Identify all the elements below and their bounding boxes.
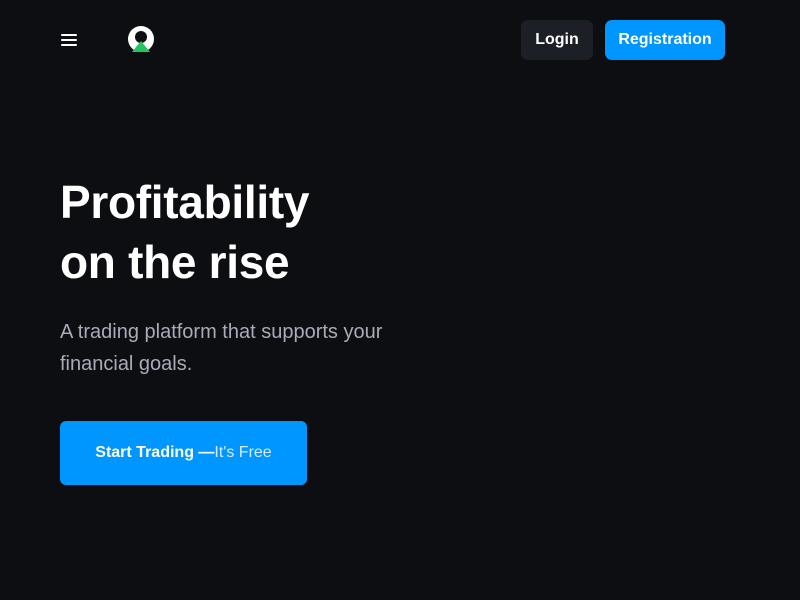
- header-left: [60, 25, 156, 55]
- cta-main-label: Start Trading —: [95, 444, 215, 461]
- header: Login Registration: [60, 20, 725, 60]
- header-right: Login Registration: [521, 20, 725, 60]
- menu-button[interactable]: [60, 28, 84, 52]
- hero-title-line-1: Profitability: [60, 176, 310, 228]
- hero-title-line-2: on the rise: [60, 236, 290, 288]
- landing-page: Login Registration Profitability on the …: [0, 0, 800, 600]
- hero-section: Profitability on the rise A trading plat…: [60, 172, 480, 380]
- hero-subtitle: A trading platform that supports your fi…: [60, 321, 383, 375]
- hero-title: Profitability on the rise: [60, 172, 480, 292]
- cta-free-label: It's Free: [214, 444, 272, 461]
- brand-logo[interactable]: [126, 25, 156, 55]
- menu-icon: [61, 34, 77, 46]
- registration-button[interactable]: Registration: [605, 20, 725, 60]
- start-trading-button[interactable]: Start Trading — It's Free: [60, 421, 307, 485]
- login-button[interactable]: Login: [521, 20, 593, 60]
- brand-logo-icon: [128, 26, 154, 52]
